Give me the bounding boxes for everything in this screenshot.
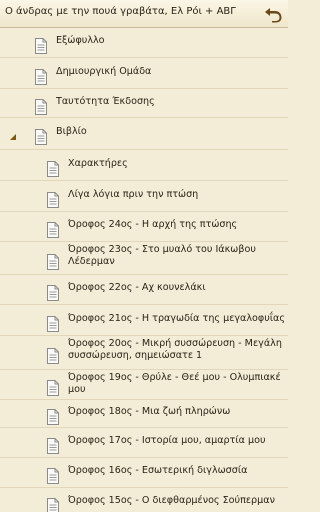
back-button[interactable] <box>260 2 286 26</box>
document-icon <box>35 38 47 54</box>
toc-item-label: Όροφος 20ος - Μικρή συσσώρευση - Μεγάλη … <box>68 338 282 361</box>
toc-item-label: Όροφος 24ος - Η αρχή της πτώσης <box>68 219 238 230</box>
document-icon <box>35 129 47 145</box>
table-of-contents[interactable]: Εξώφυλλο Δημιουργική Ομάδα Ταυτότητα Έκδοσ… <box>0 28 288 512</box>
toc-item[interactable]: Όροφος 22ος - Αχ κουνελάκι <box>0 275 288 305</box>
expanded-triangle-icon[interactable] <box>9 133 17 141</box>
document-icon <box>47 498 59 512</box>
toc-item[interactable]: Χαρακτήρες <box>0 150 288 181</box>
toc-item-label: Όροφος 22ος - Αχ κουνελάκι <box>68 282 206 293</box>
toc-item-label: Όροφος 19ος - Θρύλε - Θεέ μου - Ολυμπιακ… <box>68 372 281 395</box>
document-icon <box>47 161 59 177</box>
toc-item[interactable]: Όροφος 24ος - Η αρχή της πτώσης <box>0 212 288 242</box>
toc-item-label: Χαρακτήρες <box>68 158 128 169</box>
toc-item-label: Δημιουργική Ομάδα <box>56 66 152 77</box>
document-icon <box>47 254 59 270</box>
document-icon <box>47 222 59 238</box>
toc-item-label: Βιβλίο <box>56 126 87 137</box>
toc-item[interactable]: Λίγα λόγια πριν την πτώση <box>0 181 288 212</box>
toc-item[interactable]: Δημιουργική Ομάδα <box>0 58 288 89</box>
toc-item[interactable]: Εξώφυλλο <box>0 28 288 58</box>
document-icon <box>47 409 59 425</box>
toc-item[interactable]: Ταυτότητα Έκδοσης <box>0 89 288 118</box>
document-icon <box>47 380 59 396</box>
document-icon <box>47 316 59 332</box>
document-icon <box>35 69 47 85</box>
toc-item-label: Όροφος 23ος - Στο μυαλό του Ιάκωβου Λέδε… <box>68 244 256 267</box>
toc-item[interactable]: Όροφος 17ος - Ιστορία μου, αμαρτία μου <box>0 428 288 458</box>
back-arrow-icon <box>265 8 282 23</box>
toc-item-label: Εξώφυλλο <box>56 35 105 46</box>
toc-item[interactable]: Όροφος 15ος - Ο διεφθαρμένος Σούπερμαν <box>0 488 288 512</box>
top-bar: Ο άνδρας με την πουά γραβάτα, Ελ Ρόι + Α… <box>0 0 288 28</box>
document-icon <box>47 468 59 484</box>
toc-item-label: Όροφος 16ος - Εσωτερική διγλωσσία <box>68 465 248 476</box>
toc-item[interactable]: Όροφος 21ος - Η τραγωδία της μεγαλοφυΐας <box>0 305 288 336</box>
toc-item[interactable]: Όροφος 23ος - Στο μυαλό του Ιάκωβου Λέδε… <box>0 242 288 275</box>
document-icon <box>35 99 47 115</box>
document-icon <box>47 285 59 301</box>
toc-item-label: Όροφος 18ος - Μια ζωή πληρώνω <box>68 406 231 417</box>
book-title: Ο άνδρας με την πουά γραβάτα, Ελ Ρόι + Α… <box>5 6 236 17</box>
toc-item-label: Όροφος 17ος - Ιστορία μου, αμαρτία μου <box>68 435 266 446</box>
toc-item[interactable]: Όροφος 19ος - Θρύλε - Θεέ μου - Ολυμπιακ… <box>0 370 288 400</box>
document-icon <box>47 192 59 208</box>
toc-item-label: Ταυτότητα Έκδοσης <box>56 96 155 107</box>
document-icon <box>47 348 59 364</box>
toc-item[interactable]: Όροφος 18ος - Μια ζωή πληρώνω <box>0 400 288 428</box>
toc-item-label: Λίγα λόγια πριν την πτώση <box>68 189 199 200</box>
document-icon <box>47 438 59 454</box>
toc-item[interactable]: Βιβλίο <box>0 118 288 150</box>
toc-item[interactable]: Όροφος 20ος - Μικρή συσσώρευση - Μεγάλη … <box>0 336 288 370</box>
toc-item-label: Όροφος 21ος - Η τραγωδία της μεγαλοφυΐας <box>68 313 286 324</box>
toc-item[interactable]: Όροφος 16ος - Εσωτερική διγλωσσία <box>0 458 288 488</box>
toc-item-label: Όροφος 15ος - Ο διεφθαρμένος Σούπερμαν <box>68 495 275 506</box>
